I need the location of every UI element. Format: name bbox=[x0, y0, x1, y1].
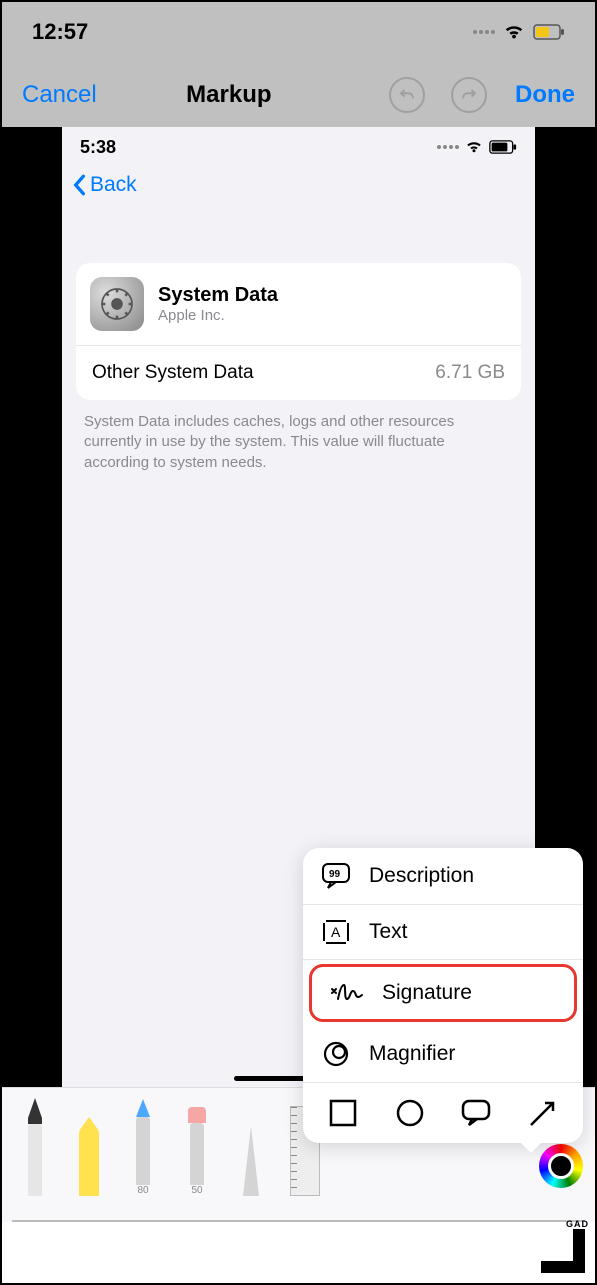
shape-speech-bubble[interactable] bbox=[460, 1097, 492, 1129]
speech-bubble-icon: 99 bbox=[321, 862, 351, 890]
inner-battery-icon bbox=[489, 140, 517, 154]
toolbar-divider bbox=[12, 1220, 585, 1222]
markup-title: Markup bbox=[87, 81, 371, 109]
popup-text-label: Text bbox=[369, 920, 408, 944]
outer-status-right bbox=[473, 23, 565, 41]
popup-magnifier[interactable]: Magnifier bbox=[303, 1026, 583, 1083]
battery-icon bbox=[533, 24, 565, 40]
back-button: Back bbox=[72, 173, 525, 197]
chevron-left-icon bbox=[72, 174, 86, 196]
inner-signal-icon bbox=[437, 145, 459, 149]
tool-highlighter[interactable] bbox=[68, 1096, 110, 1196]
inner-wifi-icon bbox=[465, 140, 483, 154]
signature-icon bbox=[330, 981, 364, 1005]
system-data-card: System Data Apple Inc. Other System Data… bbox=[76, 263, 521, 400]
tool-eraser[interactable]: 50 bbox=[176, 1096, 218, 1196]
color-picker[interactable] bbox=[539, 1144, 583, 1188]
popup-signature-label: Signature bbox=[382, 981, 472, 1005]
outer-status-bar: 12:57 bbox=[2, 2, 595, 62]
inner-status-bar: 5:38 bbox=[62, 127, 535, 167]
popup-shapes-row bbox=[303, 1083, 583, 1143]
shape-rectangle[interactable] bbox=[327, 1097, 359, 1129]
popup-magnifier-label: Magnifier bbox=[369, 1042, 455, 1066]
popup-description[interactable]: 99 Description bbox=[303, 848, 583, 905]
popup-signature[interactable]: Signature bbox=[309, 964, 577, 1022]
shape-circle[interactable] bbox=[394, 1097, 426, 1129]
done-button[interactable]: Done bbox=[515, 81, 575, 109]
tool-lasso[interactable] bbox=[230, 1096, 272, 1196]
tool-pencil[interactable]: 80 bbox=[122, 1096, 164, 1196]
outer-time: 12:57 bbox=[32, 19, 88, 45]
settings-gear-icon bbox=[90, 277, 144, 331]
wifi-icon bbox=[503, 23, 525, 41]
magnifier-icon bbox=[321, 1040, 351, 1068]
system-data-description: System Data includes caches, logs and ot… bbox=[62, 400, 535, 485]
watermark: GAD bbox=[521, 1219, 591, 1279]
add-tool-popup: 99 Description A Text Signature Magnifie… bbox=[303, 848, 583, 1143]
signal-dots-icon bbox=[473, 30, 495, 34]
popup-description-label: Description bbox=[369, 864, 474, 888]
markup-header: Cancel Markup Done bbox=[2, 62, 595, 127]
other-system-data-row: Other System Data 6.71 GB bbox=[76, 345, 521, 400]
popup-text[interactable]: A Text bbox=[303, 905, 583, 960]
card-title: System Data bbox=[158, 284, 278, 307]
tool-pen[interactable] bbox=[14, 1096, 56, 1196]
svg-text:A: A bbox=[331, 924, 341, 940]
back-label: Back bbox=[90, 173, 137, 197]
undo-button[interactable] bbox=[389, 77, 425, 113]
card-subtitle: Apple Inc. bbox=[158, 307, 278, 324]
row-label: Other System Data bbox=[92, 362, 254, 384]
shape-arrow[interactable] bbox=[527, 1097, 559, 1129]
inner-time: 5:38 bbox=[80, 137, 116, 158]
cancel-button[interactable]: Cancel bbox=[22, 81, 97, 109]
row-value: 6.71 GB bbox=[435, 362, 505, 384]
redo-button[interactable] bbox=[451, 77, 487, 113]
text-box-icon: A bbox=[321, 919, 351, 945]
svg-text:99: 99 bbox=[329, 869, 341, 880]
